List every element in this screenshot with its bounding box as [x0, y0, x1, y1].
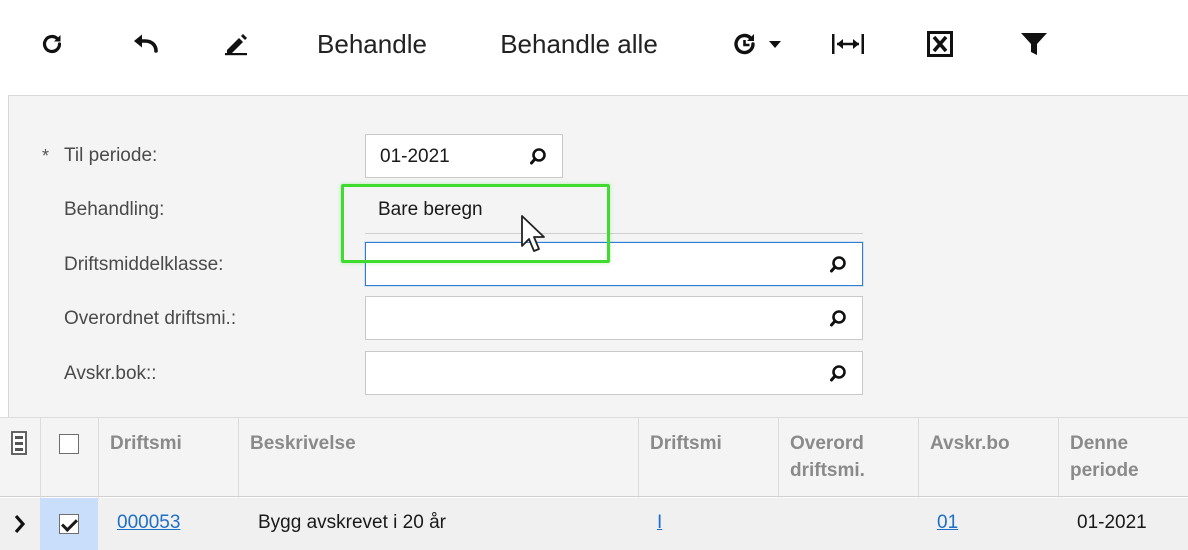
- filter-icon: [1021, 33, 1047, 55]
- treatment-label: Behandling:: [64, 199, 165, 220]
- search-icon[interactable]: [530, 147, 550, 167]
- col-header-parent[interactable]: Overord driftsmi.: [790, 430, 910, 484]
- select-all-checkbox[interactable]: [59, 434, 79, 454]
- book-field[interactable]: [365, 351, 863, 395]
- excel-icon: [927, 31, 953, 57]
- chevron-down-icon: [769, 41, 781, 48]
- period-label: Til periode:: [64, 145, 158, 166]
- book-label: Avskr.bok::: [64, 363, 157, 384]
- col-header-description[interactable]: Beskrivelse: [250, 430, 356, 457]
- refresh-icon: [42, 34, 62, 54]
- asset-id-link[interactable]: 000053: [117, 512, 180, 534]
- fit-columns-icon: [832, 34, 864, 54]
- period-field[interactable]: 01-2021: [365, 134, 563, 178]
- undo-icon: [134, 34, 158, 53]
- col-header-asset-type[interactable]: Driftsmi: [650, 430, 722, 457]
- schedule-refresh-icon: [734, 33, 755, 55]
- fit-columns-button[interactable]: [826, 22, 870, 66]
- chevron-right-icon[interactable]: [14, 514, 26, 534]
- grid-header: [0, 417, 1188, 497]
- pencil-icon: [225, 34, 247, 56]
- col-header-period[interactable]: Denne periode: [1070, 430, 1180, 484]
- filter-button[interactable]: [1012, 22, 1056, 66]
- required-marker: *: [42, 146, 50, 166]
- treatment-dropdown[interactable]: Bare beregn: [378, 199, 483, 221]
- search-icon[interactable]: [830, 364, 850, 384]
- book-link[interactable]: 01: [937, 512, 958, 534]
- undo-button[interactable]: [124, 22, 168, 66]
- row-checkbox[interactable]: [59, 514, 79, 534]
- period-cell: 01-2021: [1077, 512, 1147, 533]
- edit-button[interactable]: [214, 22, 258, 66]
- description-cell: Bygg avskrevet i 20 år: [258, 512, 446, 533]
- mouse-cursor-icon: [521, 215, 545, 252]
- parent-asset-label: Overordnet driftsmi.:: [64, 308, 237, 329]
- search-icon[interactable]: [830, 255, 850, 275]
- asset-type-link[interactable]: I: [657, 512, 662, 534]
- refresh-button[interactable]: [30, 22, 74, 66]
- col-header-asset-id[interactable]: Driftsmi: [110, 430, 182, 457]
- process-all-button[interactable]: Behandle alle: [486, 22, 672, 66]
- treatment-underline: [365, 233, 863, 234]
- col-header-book[interactable]: Avskr.bo: [930, 430, 1050, 457]
- search-icon[interactable]: [830, 309, 850, 329]
- column-chooser-icon[interactable]: [10, 430, 30, 456]
- process-button[interactable]: Behandle: [306, 22, 438, 66]
- asset-class-label: Driftsmiddelklasse:: [64, 254, 224, 275]
- parent-asset-field[interactable]: [365, 296, 863, 340]
- asset-class-field[interactable]: [365, 242, 863, 286]
- schedule-dropdown-button[interactable]: [722, 22, 792, 66]
- toolbar: Behandle Behandle alle: [0, 0, 1188, 90]
- period-value: 01-2021: [380, 146, 450, 167]
- export-excel-button[interactable]: [918, 22, 962, 66]
